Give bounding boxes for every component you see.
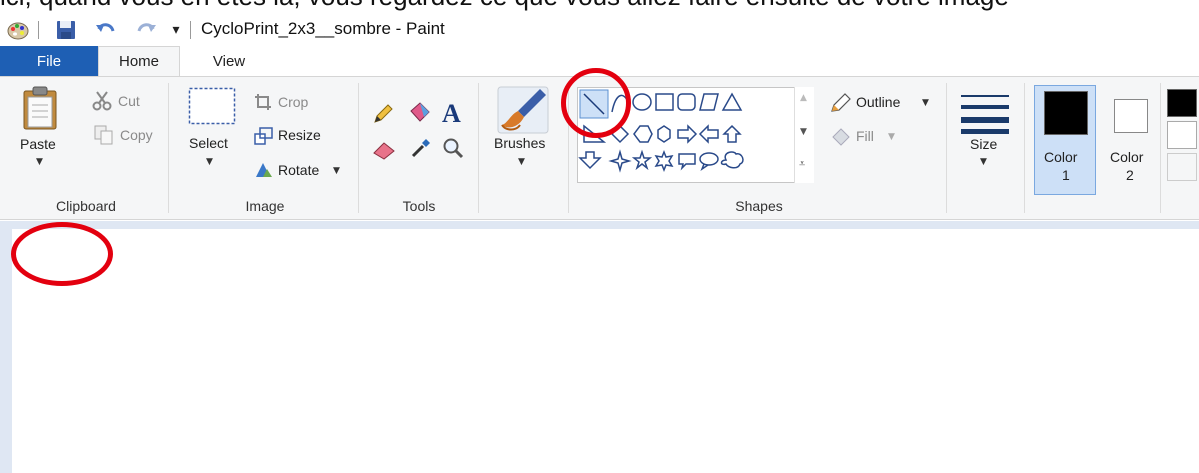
group-separator (478, 83, 479, 213)
text-tool-icon[interactable]: A (442, 99, 461, 129)
fill-label[interactable]: Fill (856, 128, 874, 144)
gallery-scroll-up-icon[interactable]: ▲ (800, 93, 807, 103)
rotate-label[interactable]: Rotate (278, 162, 319, 178)
tab-file[interactable]: File (0, 46, 98, 76)
crop-icon[interactable] (254, 93, 272, 115)
group-separator (168, 83, 169, 213)
gallery-scroll-down-icon[interactable]: ▼ (800, 127, 807, 137)
color-2-label[interactable]: Color (1110, 149, 1143, 165)
paste-dropdown-arrow[interactable]: ▼ (36, 157, 43, 167)
outline-icon[interactable] (830, 93, 852, 117)
color-2-swatch[interactable] (1114, 99, 1148, 133)
cut-label[interactable]: Cut (118, 93, 140, 109)
annotation-circle-canvas-corner (11, 222, 113, 286)
title-separator (190, 21, 191, 39)
paste-label[interactable]: Paste (20, 136, 56, 152)
size-dropdown-arrow[interactable]: ▼ (980, 157, 987, 167)
color-picker-icon[interactable] (410, 137, 432, 163)
rotate-dropdown-arrow[interactable]: ▼ (333, 166, 340, 176)
paste-icon[interactable] (22, 85, 58, 135)
save-icon[interactable] (54, 18, 78, 42)
palette-swatch-black[interactable] (1167, 89, 1197, 117)
window-title: CycloPrint_2x3__sombre - Paint (201, 19, 445, 38)
eraser-icon[interactable] (372, 139, 396, 165)
group-separator (358, 83, 359, 213)
annotation-circle-line-tool (561, 68, 631, 138)
copy-label[interactable]: Copy (120, 127, 153, 143)
paint-app-icon[interactable] (6, 18, 30, 42)
color-1-swatch (1044, 91, 1088, 135)
customize-quick-access-icon[interactable]: ▾ (168, 18, 184, 42)
size-label[interactable]: Size (970, 136, 997, 152)
redo-icon[interactable] (134, 18, 158, 42)
tab-view[interactable]: View (188, 46, 270, 76)
size-icon[interactable] (960, 89, 1010, 139)
fill-dropdown-arrow[interactable]: ▼ (888, 132, 895, 142)
select-icon[interactable] (188, 87, 236, 129)
brushes-dropdown-arrow[interactable]: ▼ (518, 157, 525, 167)
color-1-number: 1 (1062, 167, 1070, 183)
pencil-icon[interactable] (372, 103, 394, 129)
rotate-icon[interactable] (254, 161, 274, 183)
group-separator (1160, 83, 1161, 213)
tab-home[interactable]: Home (98, 46, 180, 76)
crop-label[interactable]: Crop (278, 94, 308, 110)
group-label-clipboard: Clipboard (56, 198, 116, 214)
color-2-number[interactable]: 2 (1126, 167, 1134, 183)
undo-icon[interactable] (94, 18, 118, 42)
group-label-shapes: Shapes (735, 198, 783, 214)
outline-dropdown-arrow[interactable]: ▼ (922, 98, 929, 108)
group-separator (946, 83, 947, 213)
group-label-tools: Tools (402, 198, 436, 214)
brushes-icon[interactable] (496, 85, 550, 139)
customize-quick-access-glyph: ▾ (172, 22, 180, 38)
drawing-canvas[interactable] (12, 229, 1199, 473)
resize-icon[interactable] (254, 127, 274, 149)
title-bar: ▾ CycloPrint_2x3__sombre - Paint (0, 14, 1199, 46)
magnifier-icon[interactable] (442, 137, 464, 163)
select-dropdown-arrow[interactable]: ▼ (206, 157, 213, 167)
quick-access-separator (38, 21, 39, 39)
group-separator (1024, 83, 1025, 213)
cropped-caption: ici, quand vous en êtes là, vous regarde… (0, 0, 1199, 14)
fill-icon[interactable] (830, 127, 852, 151)
workspace-left-border (0, 221, 12, 473)
cut-icon[interactable] (92, 91, 112, 115)
fill-bucket-icon[interactable] (408, 101, 432, 129)
cropped-caption-text: ici, quand vous en êtes là, vous regarde… (0, 0, 1009, 12)
palette-swatch-empty[interactable] (1167, 153, 1197, 181)
select-label[interactable]: Select (189, 135, 228, 151)
outline-label[interactable]: Outline (856, 94, 900, 110)
canvas-workspace (0, 221, 1199, 473)
color-1-label: Color (1044, 149, 1078, 165)
brushes-label[interactable]: Brushes (494, 135, 545, 151)
resize-label[interactable]: Resize (278, 127, 321, 143)
gallery-expand-icon[interactable]: ⩡ (799, 157, 805, 171)
palette-swatch-white[interactable] (1167, 121, 1197, 149)
group-label-image: Image (245, 198, 285, 214)
copy-icon[interactable] (94, 125, 114, 149)
workspace-top-border (0, 221, 1199, 229)
shapes-gallery-scroller[interactable]: ▲ ▼ ⩡ (794, 87, 814, 183)
